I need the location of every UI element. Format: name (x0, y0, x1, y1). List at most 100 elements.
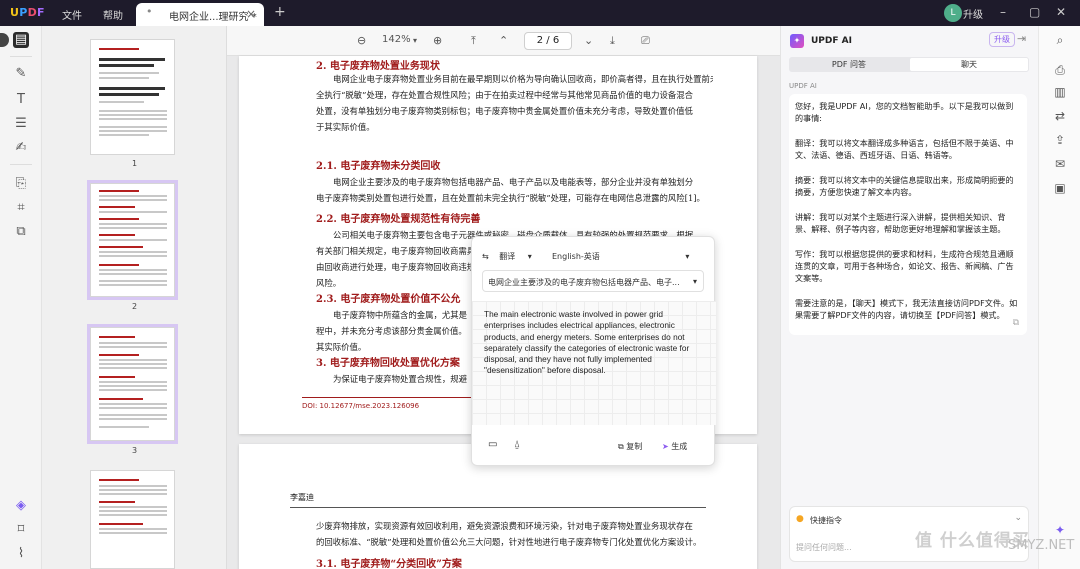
thumbnail-page-3[interactable] (90, 327, 175, 441)
upgrade-button[interactable]: 升级 (963, 6, 983, 21)
menu-file[interactable]: 文件 (62, 7, 82, 22)
minimize-icon[interactable]: – (1000, 5, 1006, 19)
tool-rail: ▤ ✎ T ☰ ✍ ⎘ ⌗ ⧉ ◈ ⌑ ⌇ (0, 26, 42, 569)
generate-label: 生成 (671, 442, 688, 451)
section-heading: 3.1. 电子废弃物“分类回收”方案 (316, 559, 462, 569)
section-heading: 2.1. 电子废弃物未分类回收 (316, 161, 441, 172)
paragraph-line: 电网企业电子废弃物处置业务目前在最早期则以价格为导向确认回收商，即价高者得，且在… (333, 74, 713, 84)
bookmark-icon[interactable]: ⌑ (13, 522, 29, 538)
copy-icon[interactable]: ⧉ (1013, 317, 1019, 329)
chevron-down-icon[interactable]: ▾ (413, 36, 417, 45)
tab-chat[interactable]: 聊天 (910, 58, 1028, 71)
translate-popup: ⇆ 翻译 ▾ English-英语 ▾ 电网企业主要涉及的电子废弃物包括电器产品… (471, 236, 716, 466)
form-icon[interactable]: ☰ (13, 116, 29, 132)
zoom-in-icon[interactable]: ⊕ (433, 34, 442, 47)
translation-text: The main electronic waste involved in po… (484, 309, 690, 376)
presentation-icon[interactable]: ⎚ (641, 34, 650, 48)
comment-icon[interactable]: ▭ (488, 439, 497, 450)
close-window-icon[interactable]: ✕ (1056, 5, 1066, 19)
divider (290, 507, 706, 508)
section-heading: 2. 电子废弃物处置业务现状 (316, 61, 440, 72)
fill-sign-icon[interactable]: ✍ (13, 140, 29, 156)
right-tool-rail: ⌕ ⎙ ▥ ⇄ ⇪ ✉ ▣ ✦ (1038, 26, 1080, 569)
paragraph-line: 为保证电子废弃物处置合规性，规避 (333, 374, 467, 384)
comment-icon[interactable]: ✎ (13, 66, 29, 82)
email-icon[interactable]: ✉ (1052, 156, 1068, 172)
thumbnail-panel: 1 2 3 (42, 26, 267, 569)
convert-icon[interactable]: ⇄ (1052, 108, 1068, 124)
title-bar: UPDF 文件 帮助 • 电网企业...理研究 * × + L 升级 – ▢ ✕ (0, 0, 1080, 26)
copy-button[interactable]: ⧉ 复制 (618, 441, 642, 452)
ai-message-line: 写作：我可以根据您提供的要求和材料，生成符合规范且通顺连贯的文章，可用于各种场合… (795, 249, 1014, 283)
paragraph-line: 电子废弃物类别处置包进行处置，且在处置前未完全执行“脱敏”处理，可能存在电网信息… (316, 193, 705, 203)
translate-mode[interactable]: ⇆ 翻译 ▾ (482, 251, 532, 262)
crop-icon[interactable]: ⌗ (13, 200, 29, 216)
thumbnails-icon[interactable]: ▤ (13, 32, 29, 48)
translate-icon: ⇆ (482, 252, 489, 261)
attachment-icon[interactable]: ⌇ (13, 546, 29, 562)
document-tab[interactable]: • 电网企业...理研究 * × (136, 3, 264, 26)
new-tab-button[interactable]: + (274, 4, 286, 20)
divider (10, 56, 32, 57)
collapse-panel-icon[interactable]: ⇥ (1017, 32, 1026, 45)
ai-mode-tabs: PDF 问答 聊天 (789, 57, 1029, 72)
ai-message-line: 翻译：我可以将文本翻译成多种语言，包括但不限于英语、中文、法语、德语、西班牙语、… (795, 138, 1014, 160)
paragraph-line: 少废弃物排放，实现资源有效回收利用，避免资源浪费和环境污染，针对电子废弃物处置业… (316, 521, 693, 531)
tab-dot-icon: • (146, 5, 153, 18)
chevron-down-icon: ▾ (692, 277, 697, 286)
thumbnail-label: 1 (131, 159, 138, 168)
layers-icon[interactable]: ⧉ (13, 224, 29, 240)
popup-footer: ▭ ⍙ ⧉ 复制 ➤ 生成 (472, 433, 716, 463)
ai-assistant-icon[interactable]: ✦ (1052, 522, 1068, 538)
share-icon[interactable]: ⇪ (1052, 132, 1068, 148)
ai-panel: ✦ UPDF AI 升级 ⇥ PDF 问答 聊天 UPDF AI 您好，我是UP… (780, 26, 1038, 569)
running-header: 李嘉迪 (290, 493, 314, 502)
stack-icon[interactable]: ◈ (13, 498, 29, 514)
first-page-icon[interactable]: ⤒ (471, 34, 476, 48)
ai-message-line: 摘要：我可以将文本中的关键信息提取出来，形成简明扼要的摘要，方便您快速了解文本内… (795, 175, 1014, 197)
organize-pages-icon[interactable]: ⎘ (13, 176, 29, 192)
language-label: English-英语 (552, 252, 600, 261)
chevron-down-icon: ▾ (685, 252, 690, 261)
ai-upgrade-button[interactable]: 升级 (989, 32, 1015, 47)
paragraph-line: 于其实际价值。 (316, 122, 375, 132)
tab-pdf-qa[interactable]: PDF 问答 (790, 58, 908, 71)
language-select[interactable]: English-英语 ▾ (552, 251, 689, 262)
thumbnail-page-2[interactable] (90, 183, 175, 297)
ocr-icon[interactable]: ▥ (1052, 84, 1068, 100)
source-text-select[interactable]: 电网企业主要涉及的电子废弃物包括电器产品、电子... ▾ (482, 270, 704, 292)
quick-command-icon: ● (796, 514, 804, 524)
paragraph-line: 电网企业主要涉及的电子废弃物包括电器产品、电子产品以及电能表等，部分企业并没有单… (333, 177, 694, 187)
avatar[interactable]: L (944, 4, 962, 22)
doi-text: DOI: 10.12677/mse.2023.126096 (302, 402, 420, 410)
next-page-icon[interactable]: ⌄ (584, 34, 593, 47)
chat-input[interactable]: 提问任何问题... (796, 542, 852, 553)
zoom-out-icon[interactable]: ⊖ (357, 34, 366, 47)
print-icon[interactable]: ⎙ (1052, 62, 1068, 78)
paragraph-line: 的回收标准、“脱敏”处理和处置价值公允三大问题，针对性地进行电子废弃物专门化处置… (316, 537, 702, 547)
section-heading: 2.2. 电子废弃物处置规范性有待完善 (316, 214, 481, 225)
menu-help[interactable]: 帮助 (103, 7, 123, 22)
close-icon[interactable]: × (246, 7, 256, 21)
save-icon[interactable]: ▣ (1052, 180, 1068, 196)
thumbnail-page-4[interactable] (90, 470, 175, 569)
thumbnail-page-1[interactable] (90, 39, 175, 155)
translate-mode-label: 翻译 (499, 252, 516, 261)
translation-output: The main electronic waste involved in po… (472, 301, 716, 425)
maximize-icon[interactable]: ▢ (1029, 5, 1040, 19)
generate-button[interactable]: ➤ 生成 (662, 441, 687, 452)
chevron-down-icon[interactable]: ⌄ (1014, 513, 1022, 523)
divider (10, 164, 32, 165)
search-icon[interactable]: ⌕ (1052, 32, 1068, 48)
previous-page-icon[interactable]: ⌃ (499, 34, 508, 47)
quick-command-button[interactable]: 快捷指令 (810, 515, 842, 526)
thumbnail-label: 2 (131, 302, 138, 311)
last-page-icon[interactable]: ⤓ (610, 34, 615, 48)
highlight-icon[interactable]: ⍙ (514, 439, 520, 450)
zoom-level[interactable]: 142% (382, 34, 411, 45)
copy-label: 复制 (626, 442, 643, 451)
edit-text-icon[interactable]: T (13, 92, 29, 108)
copy-icon: ⧉ (618, 442, 624, 451)
page-number-input[interactable]: 2 / 6 (524, 32, 572, 50)
send-icon: ➤ (662, 442, 669, 451)
